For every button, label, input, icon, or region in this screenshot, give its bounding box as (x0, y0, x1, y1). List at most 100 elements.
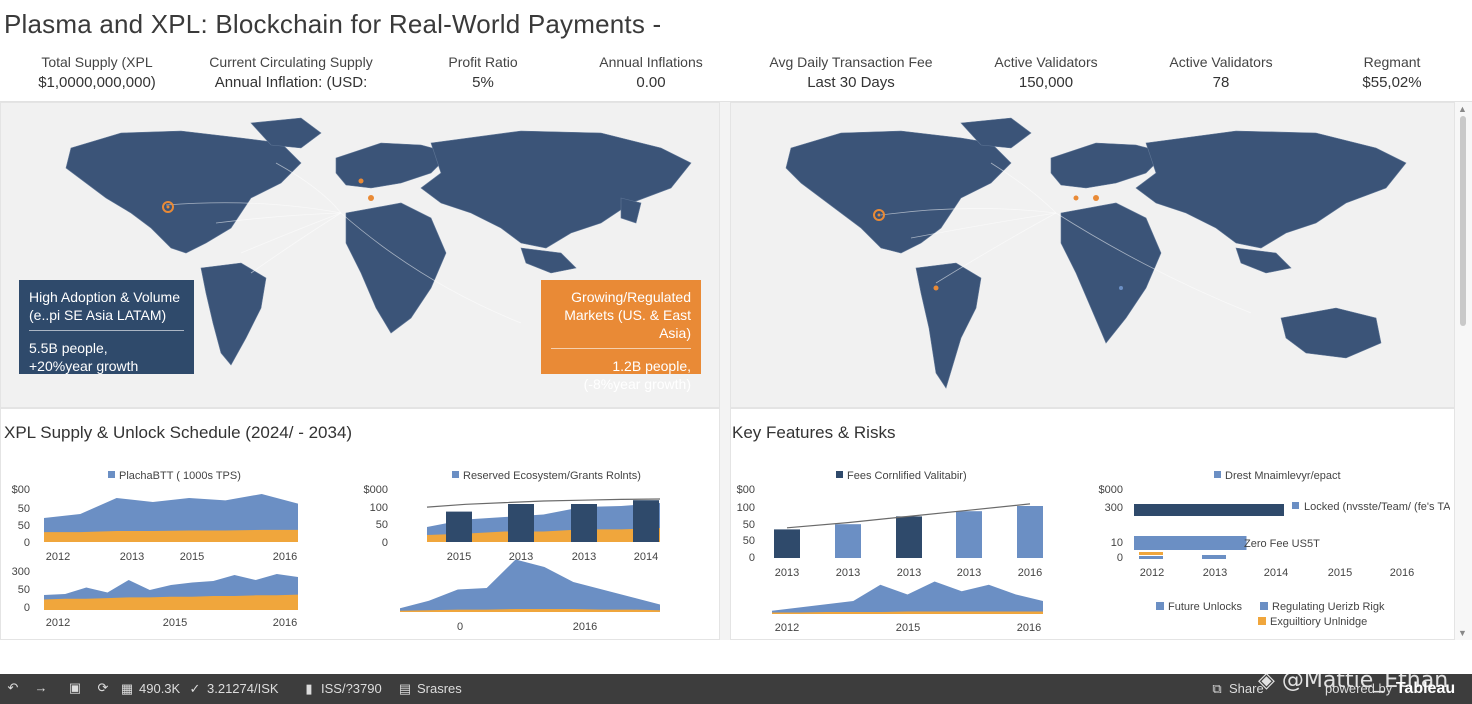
kpi-label: Avg Daily Transaction Fee (769, 54, 933, 70)
scroll-down-icon[interactable]: ▼ (1458, 628, 1467, 638)
kpi-profit-ratio: Profit Ratio 5% (393, 52, 573, 94)
share-button[interactable]: ⧉ Share (1210, 681, 1263, 696)
y-tick-label: 100 (737, 502, 755, 514)
bar (571, 504, 597, 542)
callout-subtitle: (e..pi SE Asia LATAM) (29, 307, 167, 323)
bar (446, 511, 472, 542)
legend-label: Fees Cornlified Valitabir) (847, 470, 967, 482)
kpi-label: Active Validators (994, 54, 1098, 70)
kpi-label: Active Validators (1169, 54, 1273, 70)
dashboard-footer-space (0, 640, 1472, 674)
refresh-icon: ⟳ (97, 680, 109, 695)
x-tick-label: 2016 (1017, 622, 1041, 634)
arrow-right-icon: → (34, 680, 48, 695)
legend-swatch (452, 471, 459, 478)
chart-fees-area[interactable]: 2012 2015 2016 (730, 572, 1060, 636)
bar (896, 516, 922, 558)
stats-item[interactable]: ▮ ISS/?3790 (302, 681, 382, 696)
legend-swatch (1258, 617, 1266, 625)
y-tick-label: 0 (1117, 552, 1123, 564)
downloads-count: 3.21274/ISK (207, 681, 279, 696)
kpi-circulating-supply: Current Circulating Supply Annual Inflat… (201, 52, 381, 94)
kpi-value: Annual Inflation: (USD: (214, 74, 368, 91)
chart-tps-area[interactable]: PlachaBTT ( 1000s TPS) $00505002012 2013 2… (0, 462, 310, 568)
kpi-value: $55,02% (1362, 74, 1422, 91)
y-tick-label: 0 (24, 602, 30, 614)
y-tick-label: 50 (743, 535, 755, 547)
x-tick-label: 2015 (1328, 567, 1352, 579)
x-tick-label: 0 (457, 621, 463, 633)
legend-swatch (108, 471, 115, 478)
shares-item[interactable]: ▤ Srasres (398, 681, 462, 696)
bar (774, 529, 800, 558)
scroll-thumb[interactable] (1460, 116, 1466, 326)
callout-stat: 1.2B people, (612, 358, 691, 374)
chart-tps-area-2[interactable]: 300 50 0 2012 2015 2016 (0, 562, 310, 632)
kpi-row: Total Supply (XPL $1,0000,000,000) Curre… (0, 48, 1472, 102)
grid-icon: ▦ (120, 680, 134, 696)
legend-label: Regulating Uerizb Rigk (1272, 601, 1385, 613)
callout-divider (551, 348, 691, 349)
kpi-label: Total Supply (XPL (41, 54, 153, 70)
kpi-annual-inflation: Annual Inflations 0.00 (561, 52, 741, 94)
callout-growth: +20%year growth (29, 358, 139, 374)
y-tick-label: 300 (12, 566, 30, 578)
kpi-value: 5% (472, 74, 494, 91)
bar (1134, 536, 1247, 550)
y-tick-label: 50 (18, 503, 30, 515)
bar (1139, 552, 1163, 555)
y-tick-label: $00 (737, 484, 755, 496)
powered-by-text: powered by (1325, 681, 1393, 696)
map-panel-left[interactable]: High Adoption & Volume (e..pi SE Asia LA… (0, 102, 720, 408)
features-section-title: Key Features & Risks (732, 423, 896, 442)
check-icon: ✓ (189, 680, 201, 696)
revert-button[interactable]: ▣ (68, 681, 82, 695)
redo-button[interactable]: → (34, 681, 48, 695)
callout-regulated-markets: Growing/Regulated Markets (US. & East As… (541, 280, 701, 392)
chart-reserved-grants[interactable]: Reserved Ecosystem/Grants Rolnts) $000 10… (355, 462, 715, 568)
callout-subtitle: Markets (US. & East Asia) (564, 307, 691, 341)
powered-by[interactable]: powered by Tableau (1325, 680, 1455, 698)
downloads-item[interactable]: ✓ 3.21274/ISK (188, 681, 279, 696)
bar (508, 504, 534, 542)
series-area (772, 581, 1043, 614)
views-item[interactable]: ▦ 490.3K (120, 681, 180, 696)
legend-swatch (836, 471, 843, 478)
callout-title: High Adoption & Volume (29, 289, 180, 305)
y-tick-label: 0 (382, 537, 388, 549)
kpi-active-validators: Active Validators 150,000 (956, 52, 1136, 94)
shares-label: Srasres (417, 681, 462, 696)
stats-count: ISS/?3790 (321, 681, 382, 696)
kpi-active-validators-2: Active Validators 78 (1131, 52, 1311, 94)
undo-button[interactable]: ↶ (6, 681, 20, 695)
x-tick-label: 2015 (896, 622, 920, 634)
y-tick-label: 50 (743, 519, 755, 531)
bottom-toolbar: ↶ → ▣ ⟳ ▦ 490.3K ✓ 3.21274/ISK ▮ ISS/?3790 … (0, 674, 1472, 704)
bar (835, 524, 861, 558)
legend-label: Drest Mnaimlevyr/epact (1225, 470, 1341, 482)
y-tick-label: 10 (1111, 537, 1123, 549)
vertical-scrollbar[interactable]: ▲ ▼ (1455, 102, 1472, 640)
map-panel-right[interactable] (730, 102, 1455, 408)
chart-grants-area[interactable]: 0 2016 (355, 556, 715, 636)
y-tick-label: $00 (12, 484, 30, 496)
scroll-up-icon[interactable]: ▲ (1458, 104, 1467, 114)
comment-icon: ▤ (398, 680, 412, 696)
legend-swatch (1214, 471, 1221, 478)
callout-title: Growing/Regulated (571, 289, 691, 305)
x-tick-label: 2012 (46, 617, 70, 629)
chart-fees[interactable]: Fees Cornlified Valitabir) $001005050020… (730, 462, 1060, 582)
refresh-button[interactable]: ⟳ (96, 681, 110, 695)
world-map-right[interactable] (731, 103, 1456, 409)
page-title: Plasma and XPL: Blockchain for Real-Worl… (4, 9, 662, 39)
kpi-avg-fee: Avg Daily Transaction Fee Last 30 Days (761, 52, 941, 94)
bar (1202, 555, 1226, 559)
legend-label: Reserved Ecosystem/Grants Rolnts) (463, 470, 641, 482)
bar (1139, 556, 1163, 559)
supply-section-title: XPL Supply & Unlock Schedule (2024/ - 20… (4, 423, 353, 442)
callout-growth: (-8%year growth) (583, 376, 691, 392)
chart-market-impact[interactable]: Drest Mnaimlevyr/epact $000 300 10 0 Locked … (1090, 462, 1450, 632)
kpi-value: 0.00 (636, 74, 666, 91)
bar (1017, 506, 1043, 558)
y-tick-label: 100 (370, 502, 388, 514)
